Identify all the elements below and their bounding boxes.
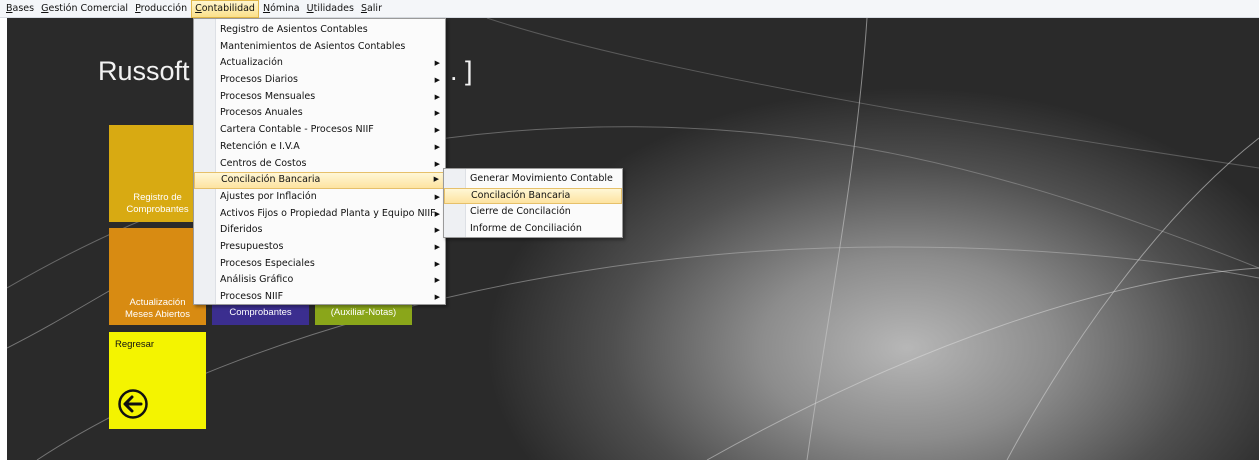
menubar: Bases Gestión Comercial Producción Contabil… bbox=[0, 0, 1259, 18]
menubar-item-contabilidad[interactable]: Contabilidad bbox=[191, 0, 259, 18]
menu-item-label: Activos Fijos o Propiedad Planta y Equip… bbox=[220, 207, 436, 219]
contabilidad-menu-item[interactable]: Actualización ▶ bbox=[194, 55, 445, 72]
tile-registro-comprobantes[interactable]: Registro de Comprobantes bbox=[109, 125, 206, 222]
menu-item-label: Ajustes por Inflación bbox=[220, 190, 317, 202]
menu-item-label: Generar Movimiento Contable bbox=[470, 173, 613, 184]
tile-actualizacion-meses[interactable]: Actualización Meses Abiertos bbox=[109, 228, 206, 325]
contabilidad-menu-item[interactable]: Cartera Contable - Procesos NIIF ▶ bbox=[194, 122, 445, 139]
menu-item-label: Centros de Costos bbox=[220, 157, 307, 169]
menu-item-label: Concilación Bancaria bbox=[221, 174, 321, 186]
submenu-arrow-icon: ▶ bbox=[434, 76, 440, 85]
contabilidad-menu-item[interactable]: Centros de Costos ▶ bbox=[194, 156, 445, 173]
conciliacion-submenu-item[interactable]: Informe de Conciliación bbox=[444, 221, 622, 238]
contabilidad-menu-item[interactable]: Mantenimientos de Asientos Contables bbox=[194, 39, 445, 56]
submenu-arrow-icon: ▶ bbox=[434, 142, 440, 151]
menu-item-label: Informe de Conciliación bbox=[470, 223, 582, 235]
conciliacion-submenu-item[interactable]: Concilación Bancaria bbox=[444, 187, 622, 205]
menu-item-label: Procesos Especiales bbox=[220, 257, 315, 269]
menu-item-label: Retención e I.V.A bbox=[220, 140, 300, 152]
submenu-arrow-icon: ▶ bbox=[434, 276, 440, 285]
tile-label: Regresar bbox=[115, 339, 155, 350]
menu-item-label: Procesos Anuales bbox=[220, 107, 303, 119]
menu-item-label: Diferidos bbox=[220, 224, 263, 236]
menu-item-label: Mantenimientos de Asientos Contables bbox=[220, 40, 406, 52]
menu-item-label: Procesos Mensuales bbox=[220, 90, 316, 102]
contabilidad-menu-item[interactable]: Procesos NIIF ▶ bbox=[194, 289, 445, 306]
menu-item-label: Cartera Contable - Procesos NIIF bbox=[220, 124, 374, 136]
menu-item-label: Análisis Gráfico bbox=[220, 274, 294, 286]
tile-label: Comprobantes bbox=[229, 307, 292, 318]
tile-label: Actualización Meses Abiertos bbox=[125, 297, 190, 320]
submenu-arrow-icon: ▶ bbox=[434, 209, 440, 218]
contabilidad-menu-item[interactable]: Procesos Especiales ▶ bbox=[194, 256, 445, 273]
contabilidad-menu-item[interactable]: Diferidos ▶ bbox=[194, 222, 445, 239]
contabilidad-menu-item[interactable]: Procesos Mensuales ▶ bbox=[194, 89, 445, 106]
contabilidad-menu-item[interactable]: Ajustes por Inflación ▶ bbox=[194, 189, 445, 206]
tile-label: Registro de Comprobantes bbox=[126, 192, 189, 215]
submenu-arrow-icon: ▶ bbox=[434, 126, 440, 135]
back-arrow-icon bbox=[118, 389, 148, 419]
app-title-suffix: . ] bbox=[450, 56, 473, 86]
submenu-arrow-icon: ▶ bbox=[434, 242, 440, 251]
tile-regresar[interactable]: Regresar bbox=[109, 332, 206, 429]
menu-item-label: Actualización bbox=[220, 57, 283, 69]
app-title: Russoft bbox=[98, 56, 190, 86]
tile-label: (Auxiliar-Notas) bbox=[330, 307, 397, 318]
contabilidad-menu-item[interactable]: Activos Fijos o Propiedad Planta y Equip… bbox=[194, 206, 445, 223]
submenu-arrow-icon: ▶ bbox=[434, 259, 440, 268]
menubar-item-gesti-n-comercial[interactable]: Gestión Comercial bbox=[38, 1, 131, 17]
menubar-item-n-mina[interactable]: Nómina bbox=[260, 1, 303, 17]
contabilidad-menu-item[interactable]: Presupuestos ▶ bbox=[194, 239, 445, 256]
menu-item-label: Procesos Diarios bbox=[220, 74, 298, 86]
conciliacion-submenu-item[interactable]: Generar Movimiento Contable bbox=[444, 171, 622, 188]
contabilidad-menu-item[interactable]: Procesos Anuales ▶ bbox=[194, 105, 445, 122]
menu-item-label: Concilación Bancaria bbox=[471, 189, 571, 201]
menu-item-label: Registro de Asientos Contables bbox=[220, 24, 368, 35]
submenu-arrow-icon: ▶ bbox=[433, 175, 439, 184]
menu-item-label: Cierre de Concilación bbox=[470, 206, 571, 218]
contabilidad-menu-item[interactable]: Registro de Asientos Contables bbox=[194, 22, 445, 39]
contabilidad-menu-item[interactable]: Retención e I.V.A ▶ bbox=[194, 139, 445, 156]
menubar-item-producci-n[interactable]: Producción bbox=[132, 1, 190, 17]
menu-item-label: Presupuestos bbox=[220, 240, 284, 252]
contabilidad-menu-item[interactable]: Procesos Diarios ▶ bbox=[194, 72, 445, 89]
contabilidad-dropdown-menu: Registro de Asientos Contables Mantenimie… bbox=[193, 18, 446, 305]
contabilidad-menu-item[interactable]: Concilación Bancaria ▶ bbox=[194, 172, 445, 189]
menubar-item-bases[interactable]: Bases bbox=[3, 1, 37, 17]
conciliacion-submenu: Generar Movimiento Contable Concilación B… bbox=[443, 168, 623, 238]
submenu-arrow-icon: ▶ bbox=[434, 159, 440, 168]
menubar-item-salir[interactable]: Salir bbox=[358, 1, 385, 17]
submenu-arrow-icon: ▶ bbox=[434, 192, 440, 201]
menubar-item-utilidades[interactable]: Utilidades bbox=[304, 1, 357, 17]
submenu-arrow-icon: ▶ bbox=[434, 109, 440, 118]
submenu-arrow-icon: ▶ bbox=[434, 59, 440, 68]
submenu-arrow-icon: ▶ bbox=[434, 92, 440, 101]
conciliacion-submenu-item[interactable]: Cierre de Concilación bbox=[444, 204, 622, 221]
submenu-arrow-icon: ▶ bbox=[434, 293, 440, 301]
contabilidad-menu-item[interactable]: Análisis Gráfico ▶ bbox=[194, 272, 445, 289]
submenu-arrow-icon: ▶ bbox=[434, 226, 440, 235]
menu-item-label: Procesos NIIF bbox=[220, 291, 284, 302]
